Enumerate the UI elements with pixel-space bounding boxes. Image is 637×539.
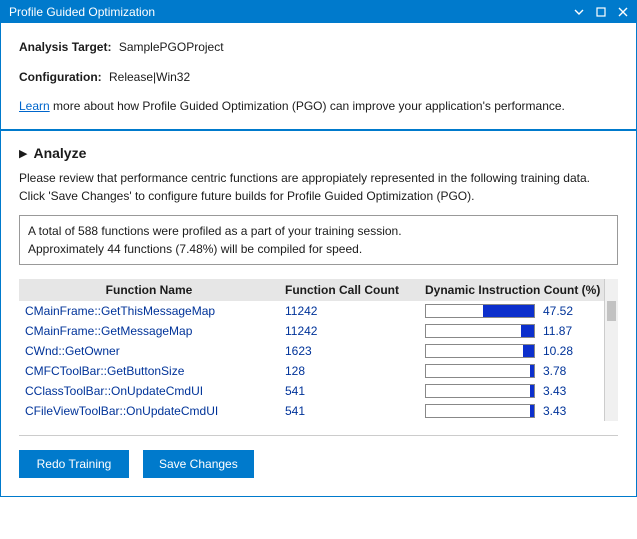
summary-line2: Approximately 44 functions (7.48%) will …	[28, 240, 609, 258]
scrollbar[interactable]	[604, 279, 618, 421]
configuration-value: Release|Win32	[109, 70, 190, 84]
analyze-section: ▶ Analyze Please review that performance…	[1, 131, 636, 496]
dyn-bar	[425, 364, 535, 378]
configuration-label: Configuration:	[19, 67, 102, 87]
pgo-panel: Profile Guided Optimization Analysis Tar…	[0, 0, 637, 497]
table-row[interactable]: CClassToolBar::OnUpdateCmdUI541 3.43	[19, 381, 618, 401]
maximize-icon[interactable]	[592, 3, 610, 21]
cell-dyn-instr: 11.87	[419, 321, 618, 341]
dyn-value: 3.43	[543, 404, 583, 418]
titlebar: Profile Guided Optimization	[1, 1, 636, 23]
chevron-right-icon: ▶	[19, 147, 27, 160]
cell-function-name: CMFCToolBar::GetButtonSize	[19, 361, 279, 381]
col-call-count[interactable]: Function Call Count	[279, 279, 419, 301]
cell-function-name: CClassToolBar::OnUpdateCmdUI	[19, 381, 279, 401]
analyze-desc2: Click 'Save Changes' to configure future…	[19, 187, 618, 205]
cell-dyn-instr: 10.28	[419, 341, 618, 361]
dyn-bar	[425, 344, 535, 358]
dyn-value: 3.78	[543, 364, 583, 378]
summary-line1: A total of 588 functions were profiled a…	[28, 222, 609, 240]
dyn-value: 11.87	[543, 324, 583, 338]
dyn-value: 3.43	[543, 384, 583, 398]
dyn-value: 10.28	[543, 344, 583, 358]
titlebar-title: Profile Guided Optimization	[9, 5, 570, 19]
cell-function-name: CFileViewToolBar::OnUpdateCmdUI	[19, 401, 279, 421]
dyn-value: 47.52	[543, 304, 583, 318]
cell-dyn-instr: 3.78	[419, 361, 618, 381]
analysis-target-label: Analysis Target:	[19, 37, 111, 57]
learn-more-row: Learn more about how Profile Guided Opti…	[19, 97, 618, 115]
table-row[interactable]: CMFCToolBar::GetButtonSize128 3.78	[19, 361, 618, 381]
scrollbar-thumb[interactable]	[607, 301, 616, 321]
cell-call-count: 128	[279, 361, 419, 381]
dyn-bar	[425, 384, 535, 398]
table-row[interactable]: CWnd::GetOwner1623 10.28	[19, 341, 618, 361]
cell-call-count: 11242	[279, 301, 419, 321]
analyze-header[interactable]: ▶ Analyze	[19, 145, 618, 161]
header-section: Analysis Target: SamplePGOProject Config…	[1, 23, 636, 131]
cell-dyn-instr: 3.43	[419, 401, 618, 421]
configuration-row: Configuration: Release|Win32	[19, 67, 618, 87]
cell-call-count: 11242	[279, 321, 419, 341]
summary-box: A total of 588 functions were profiled a…	[19, 215, 618, 265]
cell-function-name: CMainFrame::GetThisMessageMap	[19, 301, 279, 321]
dyn-bar	[425, 324, 535, 338]
save-changes-button[interactable]: Save Changes	[143, 450, 254, 478]
col-function-name[interactable]: Function Name	[19, 279, 279, 301]
cell-function-name: CWnd::GetOwner	[19, 341, 279, 361]
col-dyn-instr[interactable]: Dynamic Instruction Count (%)	[419, 279, 618, 301]
functions-table: Function Name Function Call Count Dynami…	[19, 279, 618, 421]
cell-dyn-instr: 47.52	[419, 301, 618, 321]
redo-training-button[interactable]: Redo Training	[19, 450, 129, 478]
cell-call-count: 541	[279, 401, 419, 421]
cell-function-name: CMainFrame::GetMessageMap	[19, 321, 279, 341]
learn-link[interactable]: Learn	[19, 99, 50, 113]
actions-row: Redo Training Save Changes	[19, 450, 618, 478]
dropdown-icon[interactable]	[570, 3, 588, 21]
cell-call-count: 541	[279, 381, 419, 401]
close-icon[interactable]	[614, 3, 632, 21]
learn-text: more about how Profile Guided Optimizati…	[50, 99, 565, 113]
separator	[19, 435, 618, 436]
cell-call-count: 1623	[279, 341, 419, 361]
functions-table-wrap: Function Name Function Call Count Dynami…	[19, 279, 618, 421]
analyze-desc1: Please review that performance centric f…	[19, 169, 618, 187]
table-row[interactable]: CFileViewToolBar::OnUpdateCmdUI541 3.43	[19, 401, 618, 421]
dyn-bar	[425, 304, 535, 318]
analysis-target-row: Analysis Target: SamplePGOProject	[19, 37, 618, 57]
table-header-row: Function Name Function Call Count Dynami…	[19, 279, 618, 301]
dyn-bar	[425, 404, 535, 418]
table-row[interactable]: CMainFrame::GetMessageMap11242 11.87	[19, 321, 618, 341]
table-row[interactable]: CMainFrame::GetThisMessageMap11242 47.52	[19, 301, 618, 321]
cell-dyn-instr: 3.43	[419, 381, 618, 401]
titlebar-buttons	[570, 3, 632, 21]
analysis-target-value: SamplePGOProject	[119, 40, 224, 54]
analyze-title: Analyze	[33, 145, 86, 161]
